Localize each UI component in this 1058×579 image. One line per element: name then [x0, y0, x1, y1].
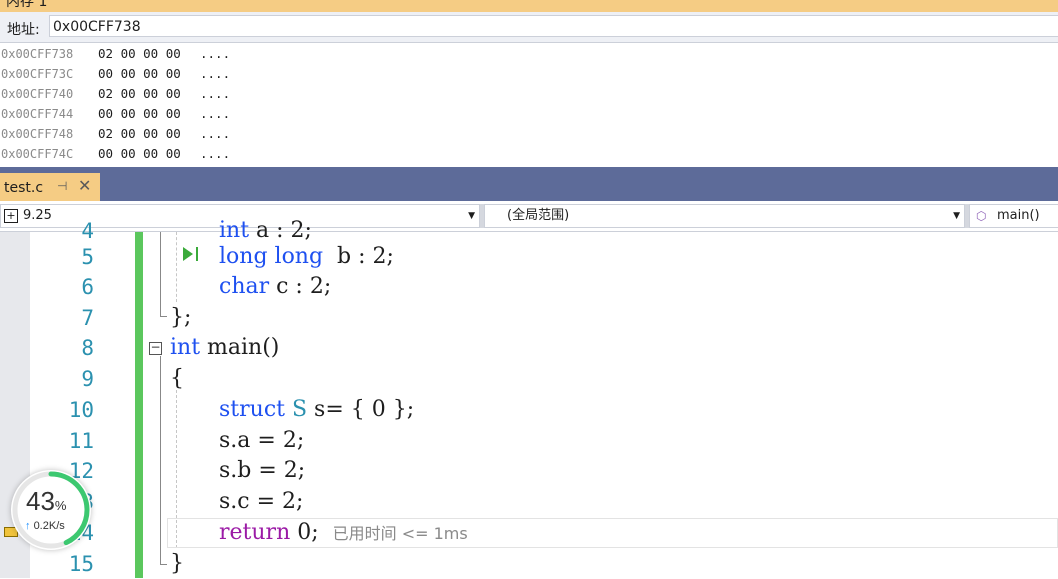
scope-dropdown[interactable]: (全局范围) ▼: [484, 204, 965, 228]
upload-arrow-icon: ↑: [25, 520, 31, 532]
address-input[interactable]: 0x00CFF738: [49, 15, 1058, 37]
scope-bracket: [160, 232, 161, 316]
scope-value: (全局范围): [507, 208, 570, 223]
memory-bytes[interactable]: 02 00 00 00: [98, 124, 200, 144]
memory-ascii: ....: [200, 66, 231, 81]
code-keyword: int: [219, 218, 250, 243]
pin-icon[interactable]: ⊣: [57, 179, 67, 193]
memory-row[interactable]: 0x00CFF738 02 00 00 00 ....: [0, 44, 1058, 64]
code-type: S: [291, 397, 308, 422]
close-icon[interactable]: ✕: [78, 176, 91, 195]
memory-window-title: 内存 1: [6, 0, 48, 10]
run-to-click-icon[interactable]: [183, 247, 193, 261]
code-line[interactable]: }: [170, 549, 184, 579]
scope-bracket-end: [160, 316, 167, 317]
code-keyword: long long: [219, 244, 324, 269]
address-label: 地址:: [7, 22, 40, 38]
memory-row[interactable]: 0x00CFF744 00 00 00 00 ....: [0, 104, 1058, 124]
memory-row[interactable]: 0x00CFF74C 00 00 00 00 ....: [0, 144, 1058, 164]
tab-test-c[interactable]: test.c ⊣ ✕: [0, 173, 100, 201]
code-keyword: return: [219, 520, 291, 545]
code-keyword: char: [219, 274, 270, 299]
code-line[interactable]: struct S s= { 0 };: [219, 395, 414, 425]
code-line[interactable]: int main(): [170, 333, 279, 363]
memory-bytes[interactable]: 00 00 00 00: [98, 64, 200, 84]
memory-address: 0x00CFF73C: [1, 67, 74, 81]
project-icon: +: [4, 209, 18, 223]
line-number: 7: [81, 306, 94, 330]
line-number: 9: [81, 367, 94, 391]
change-tracking-bar: [135, 232, 143, 578]
code-keyword: struct: [219, 397, 285, 422]
network-speed: ↑ 0.2K/s: [25, 520, 65, 532]
code-line[interactable]: long long b : 2;: [219, 242, 394, 272]
code-line[interactable]: char c : 2;: [219, 272, 331, 302]
memory-window-title-bar: 内存 1: [0, 0, 1058, 12]
function-icon: ⬡: [976, 209, 987, 223]
memory-address: 0x00CFF738: [1, 47, 74, 61]
line-number: 15: [68, 552, 94, 576]
memory-bytes[interactable]: 00 00 00 00: [98, 144, 200, 164]
memory-row[interactable]: 0x00CFF73C 00 00 00 00 ....: [0, 64, 1058, 84]
memory-bytes[interactable]: 00 00 00 00: [98, 104, 200, 124]
memory-ascii: ....: [200, 46, 231, 61]
scope-bracket: [160, 356, 161, 564]
code-line[interactable]: };: [170, 303, 191, 333]
code-line[interactable]: s.c = 2;: [219, 487, 303, 517]
line-number: 8: [81, 336, 94, 360]
memory-row[interactable]: 0x00CFF740 02 00 00 00 ....: [0, 84, 1058, 104]
memory-ascii: ....: [200, 86, 231, 101]
load-percent: 43%: [26, 486, 67, 516]
memory-ascii: ....: [200, 126, 231, 141]
line-number: 11: [68, 429, 94, 453]
memory-rows: 0x00CFF738 02 00 00 00 .... 0x00CFF73C 0…: [0, 44, 1058, 164]
code-line[interactable]: return 0; 已用时间 <= 1ms: [219, 518, 468, 548]
chevron-down-icon: ▼: [953, 211, 960, 221]
tab-label: test.c: [4, 180, 44, 196]
memory-address: 0x00CFF748: [1, 127, 74, 141]
code-keyword: int: [170, 335, 201, 360]
memory-bytes[interactable]: 02 00 00 00: [98, 44, 200, 64]
function-dropdown[interactable]: ⬡ main(): [969, 204, 1058, 228]
memory-ascii: ....: [200, 106, 231, 121]
memory-bytes[interactable]: 02 00 00 00: [98, 84, 200, 104]
memory-address: 0x00CFF744: [1, 107, 74, 121]
memory-address: 0x00CFF740: [1, 87, 74, 101]
indent-guide: [176, 232, 177, 302]
chevron-down-icon: ▼: [468, 211, 475, 221]
code-line[interactable]: {: [170, 364, 184, 394]
performance-widget[interactable]: 43% ↑ 0.2K/s: [11, 470, 91, 550]
line-number: 10: [68, 398, 94, 422]
navigation-bar: + 9.25 ▼ (全局范围) ▼ ⬡ main(): [0, 201, 1058, 232]
perf-tip[interactable]: 已用时间 <= 1ms: [333, 524, 468, 543]
run-to-click-icon-bar: [196, 247, 198, 261]
memory-ascii: ....: [200, 146, 231, 161]
line-number: 6: [81, 275, 94, 299]
function-value: main(): [997, 208, 1040, 223]
address-bar: 地址: 0x00CFF738: [0, 12, 1058, 43]
document-tab-strip: test.c ⊣ ✕: [0, 167, 1058, 201]
memory-row[interactable]: 0x00CFF748 02 00 00 00 ....: [0, 124, 1058, 144]
code-line[interactable]: s.b = 2;: [219, 456, 305, 486]
scope-bracket-end: [160, 564, 167, 565]
code-line[interactable]: s.a = 2;: [219, 426, 304, 456]
memory-address: 0x00CFF74C: [1, 147, 74, 161]
code-editor[interactable]: 4 5 6 7 8 9 10 11 12 13 14 15 − int a : …: [0, 218, 1058, 579]
collapse-icon[interactable]: −: [149, 341, 162, 355]
line-number: 5: [81, 245, 94, 269]
